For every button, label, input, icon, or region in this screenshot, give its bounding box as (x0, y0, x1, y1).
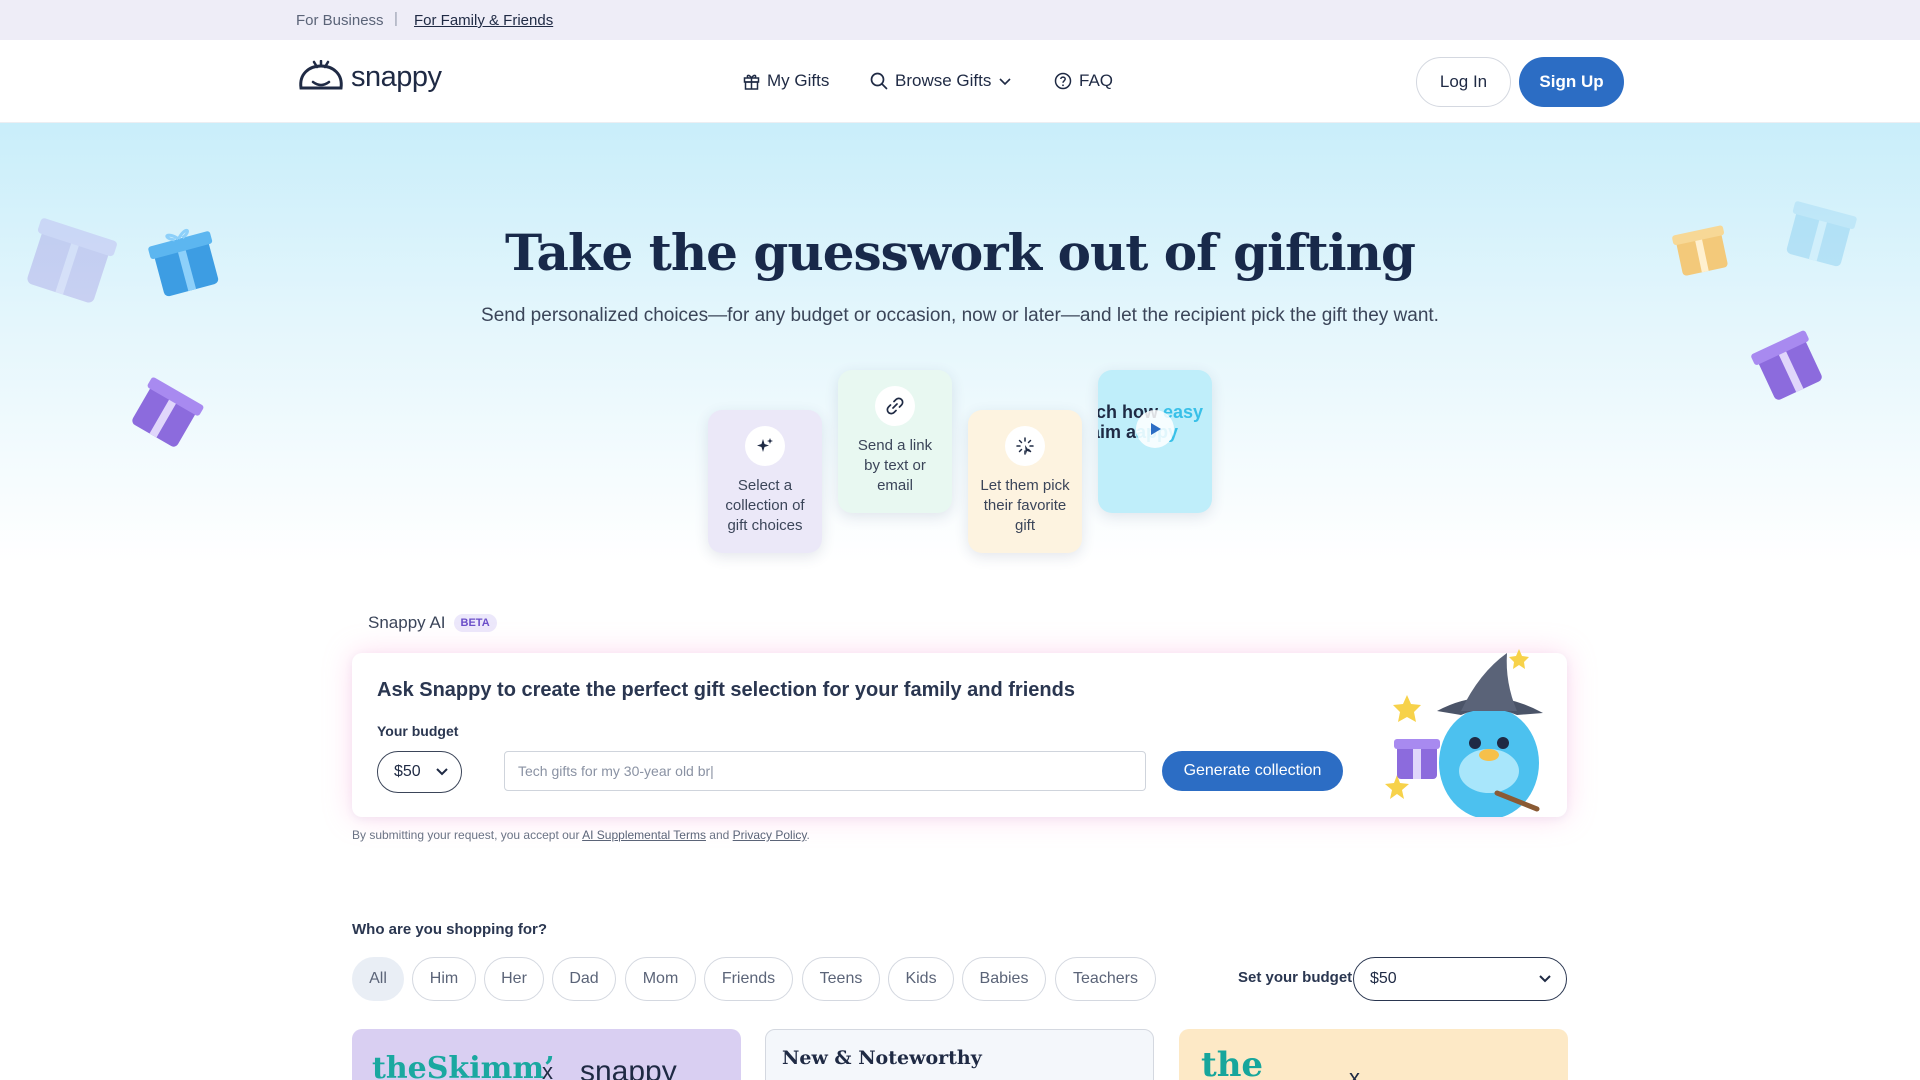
collection-card-partner[interactable]: the x (1179, 1029, 1568, 1080)
sign-up-button[interactable]: Sign Up (1519, 57, 1624, 107)
shopping-for-title: Who are you shopping for? (352, 921, 547, 938)
partner-logo: the (1201, 1045, 1264, 1080)
for-business-link[interactable]: For Business (296, 12, 384, 29)
chip-friends[interactable]: Friends (704, 957, 793, 1001)
nav-faq[interactable]: FAQ (1054, 71, 1113, 91)
step-card-select: Select a collection of gift choices (708, 410, 822, 553)
collection-card-new[interactable]: New & Noteworthy (765, 1029, 1154, 1080)
site-header: snappy My Gifts Browse Gifts FAQ Log In … (0, 40, 1920, 123)
step-card-send: Send a link by text or email (838, 370, 952, 513)
snappy-ai-label: Snappy AI BETA (368, 613, 497, 633)
chevron-down-icon (436, 768, 448, 776)
how-it-works-video[interactable]: tch how easy aim aappy (1098, 370, 1212, 513)
nav-my-gifts-label: My Gifts (767, 71, 830, 90)
chip-dad[interactable]: Dad (552, 957, 616, 1001)
help-circle-icon (1054, 72, 1072, 90)
beta-badge: BETA (453, 614, 497, 632)
chip-mom[interactable]: Mom (625, 957, 696, 1001)
collab-x: x (1349, 1065, 1360, 1080)
ai-budget-label: Your budget (377, 723, 459, 739)
chip-teachers[interactable]: Teachers (1055, 957, 1156, 1001)
budget-select-value: $50 (1370, 970, 1397, 987)
hero-subtitle: Send personalized choices—for any budget… (481, 305, 1439, 326)
snappy-ai-card: Ask Snappy to create the perfect gift se… (352, 649, 1567, 817)
snappy-logo-icon (299, 60, 343, 90)
privacy-policy-link[interactable]: Privacy Policy (733, 828, 807, 842)
chip-teens[interactable]: Teens (802, 957, 880, 1001)
step-text: Let them pick their favorite gift (980, 477, 1070, 534)
play-button[interactable] (1136, 410, 1174, 448)
link-icon (875, 386, 915, 426)
chevron-down-icon (1539, 975, 1551, 983)
snappy-wordmark: snappy (580, 1055, 677, 1080)
chip-all[interactable]: All (352, 957, 404, 1001)
sparkles-icon (745, 426, 785, 466)
play-icon (1151, 423, 1161, 435)
set-budget-label: Set your budget (1238, 969, 1353, 986)
snappy-ai-title: Snappy AI (368, 613, 446, 632)
generate-collection-button[interactable]: Generate collection (1162, 751, 1343, 791)
ai-budget-select[interactable]: $50 (377, 751, 462, 793)
gift-box-icon (132, 377, 204, 447)
new-noteworthy-title: New & Noteworthy (782, 1047, 982, 1069)
ai-terms-link[interactable]: AI Supplemental Terms (582, 828, 706, 842)
collab-x: x (542, 1059, 553, 1080)
chip-kids[interactable]: Kids (888, 957, 954, 1001)
ai-heading: Ask Snappy to create the perfect gift se… (377, 679, 1075, 701)
chip-him[interactable]: Him (412, 957, 476, 1001)
ai-budget-value: $50 (394, 763, 421, 780)
step-text: Select a collection of gift choices (725, 477, 805, 534)
chevron-down-icon (999, 78, 1011, 86)
step-card-pick: Let them pick their favorite gift (968, 410, 1082, 553)
nav-browse-gifts[interactable]: Browse Gifts (870, 71, 1012, 91)
topbar-separator: | (394, 10, 398, 27)
chip-babies[interactable]: Babies (962, 957, 1046, 1001)
log-in-button[interactable]: Log In (1416, 57, 1511, 107)
budget-select[interactable]: $50 (1353, 957, 1567, 1001)
gift-icon (743, 74, 760, 90)
collection-card-skimm[interactable]: theSkimm’ x snappy (352, 1029, 741, 1080)
click-icon (1005, 426, 1045, 466)
nav-browse-gifts-label: Browse Gifts (895, 71, 992, 90)
step-text: Send a link by text or email (857, 437, 933, 494)
wizard-mascot-icon (1385, 649, 1543, 817)
ai-prompt-input[interactable]: Tech gifts for my 30-year old br| (504, 751, 1146, 791)
top-bar: For Business | For Family & Friends (0, 0, 1920, 40)
nav-my-gifts[interactable]: My Gifts (743, 71, 829, 91)
ai-terms-text: By submitting your request, you accept o… (352, 828, 810, 842)
hero-section (0, 123, 1920, 563)
skimm-logo: theSkimm’ (372, 1051, 555, 1080)
snappy-logo[interactable]: snappy (295, 60, 442, 94)
search-icon (870, 72, 888, 90)
nav-faq-label: FAQ (1079, 71, 1114, 90)
hero-title: Take the guesswork out of gifting (505, 223, 1416, 282)
for-family-link[interactable]: For Family & Friends (414, 12, 553, 29)
chip-her[interactable]: Her (484, 957, 544, 1001)
gift-box-icon (1751, 330, 1822, 400)
logo-text: snappy (351, 60, 442, 93)
